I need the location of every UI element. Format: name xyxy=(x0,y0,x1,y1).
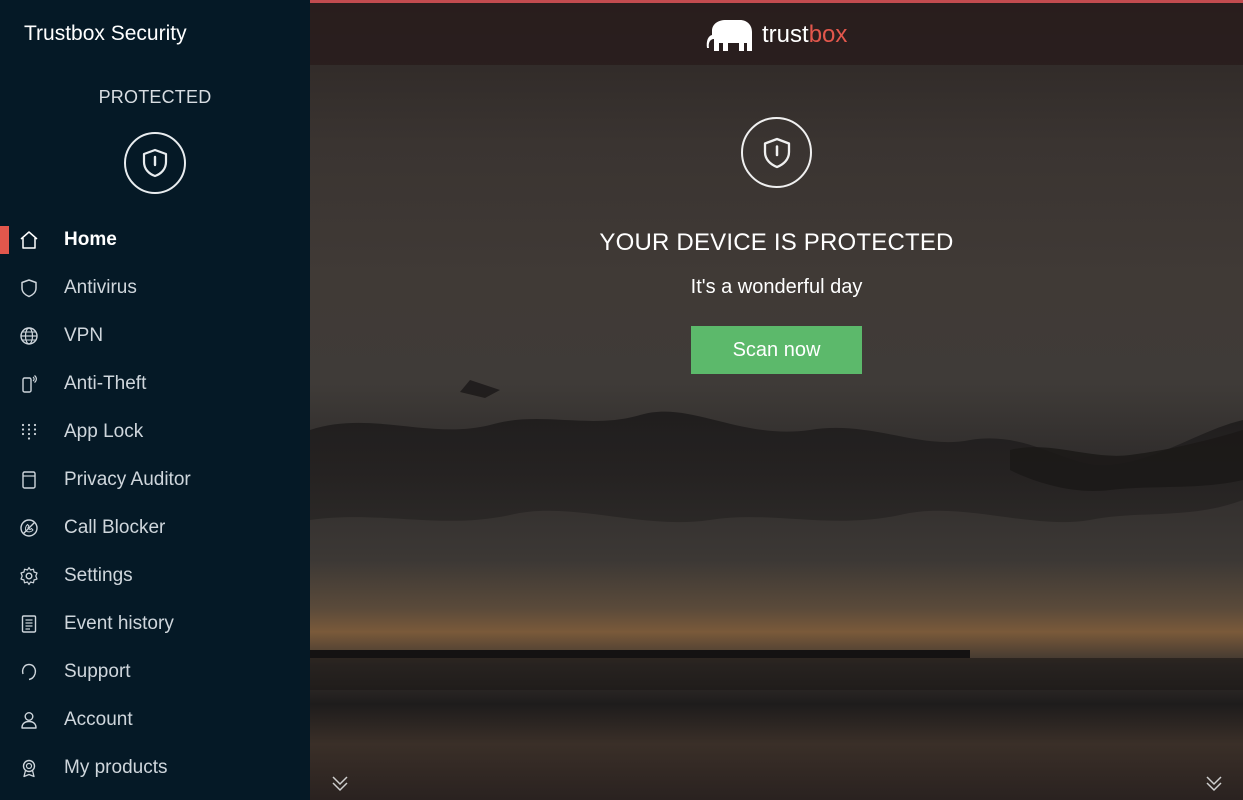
dot-grid-icon xyxy=(18,421,40,443)
blocked-icon xyxy=(18,517,40,539)
globe-icon xyxy=(18,325,40,347)
sidebar-item-app-lock[interactable]: App Lock xyxy=(0,408,310,456)
main-content: trustbox YOUR DEVICE IS PROTECTED It's a… xyxy=(310,0,1243,800)
sidebar-item-home[interactable]: Home xyxy=(0,216,310,264)
app-title: Trustbox Security xyxy=(24,22,187,45)
sidebar-item-label: App Lock xyxy=(64,421,144,442)
scan-now-button[interactable]: Scan now xyxy=(691,326,862,374)
sidebar-item-label: Antivirus xyxy=(64,277,137,298)
sidebar-item-settings[interactable]: Settings xyxy=(0,552,310,600)
sidebar: Trustbox Security PROTECTED Home Antivir… xyxy=(0,0,310,800)
badge-icon xyxy=(18,757,40,779)
brand-logo: trustbox xyxy=(706,15,847,55)
document-icon xyxy=(18,469,40,491)
phone-signal-icon xyxy=(18,373,40,395)
header-bar: trustbox xyxy=(310,3,1243,65)
sidebar-item-label: My products xyxy=(64,757,168,778)
sidebar-item-call-blocker[interactable]: Call Blocker xyxy=(0,504,310,552)
sky-background-image xyxy=(310,380,1243,690)
protected-shield-icon xyxy=(741,117,812,188)
sidebar-item-label: Event history xyxy=(64,613,174,634)
sidebar-item-label: Settings xyxy=(64,565,133,586)
elephant-icon xyxy=(706,20,752,51)
sidebar-item-label: Anti-Theft xyxy=(64,373,147,394)
sidebar-item-label: VPN xyxy=(64,325,104,346)
sidebar-item-anti-theft[interactable]: Anti-Theft xyxy=(0,360,310,408)
sidebar-item-label: Privacy Auditor xyxy=(64,469,191,490)
brand-name: trustbox xyxy=(762,21,848,48)
sidebar-item-privacy-auditor[interactable]: Privacy Auditor xyxy=(0,456,310,504)
shield-icon xyxy=(18,277,40,299)
headset-icon xyxy=(18,661,40,683)
sidebar-item-event-history[interactable]: Event history xyxy=(0,600,310,648)
sidebar-item-label: Account xyxy=(64,709,133,730)
sidebar-nav: Home Antivirus VPN Anti-Theft App Lock P… xyxy=(0,216,310,792)
chevron-down-icon[interactable] xyxy=(1204,772,1224,794)
sidebar-item-label: Home xyxy=(64,229,117,250)
sidebar-item-account[interactable]: Account xyxy=(0,696,310,744)
home-icon xyxy=(18,229,40,251)
status-shield-icon xyxy=(124,132,186,194)
sidebar-item-label: Support xyxy=(64,661,131,682)
protection-status-label: PROTECTED xyxy=(98,87,212,107)
sidebar-item-support[interactable]: Support xyxy=(0,648,310,696)
list-icon xyxy=(18,613,40,635)
greeting-subtitle: It's a wonderful day xyxy=(690,276,863,298)
sidebar-item-my-products[interactable]: My products xyxy=(0,744,310,792)
chevron-down-icon[interactable] xyxy=(330,772,350,794)
user-icon xyxy=(18,709,40,731)
gear-icon xyxy=(18,565,40,587)
sidebar-item-label: Call Blocker xyxy=(64,517,166,538)
active-indicator xyxy=(0,226,9,254)
sidebar-item-antivirus[interactable]: Antivirus xyxy=(0,264,310,312)
sidebar-item-vpn[interactable]: VPN xyxy=(0,312,310,360)
protection-headline: YOUR DEVICE IS PROTECTED xyxy=(599,229,954,256)
